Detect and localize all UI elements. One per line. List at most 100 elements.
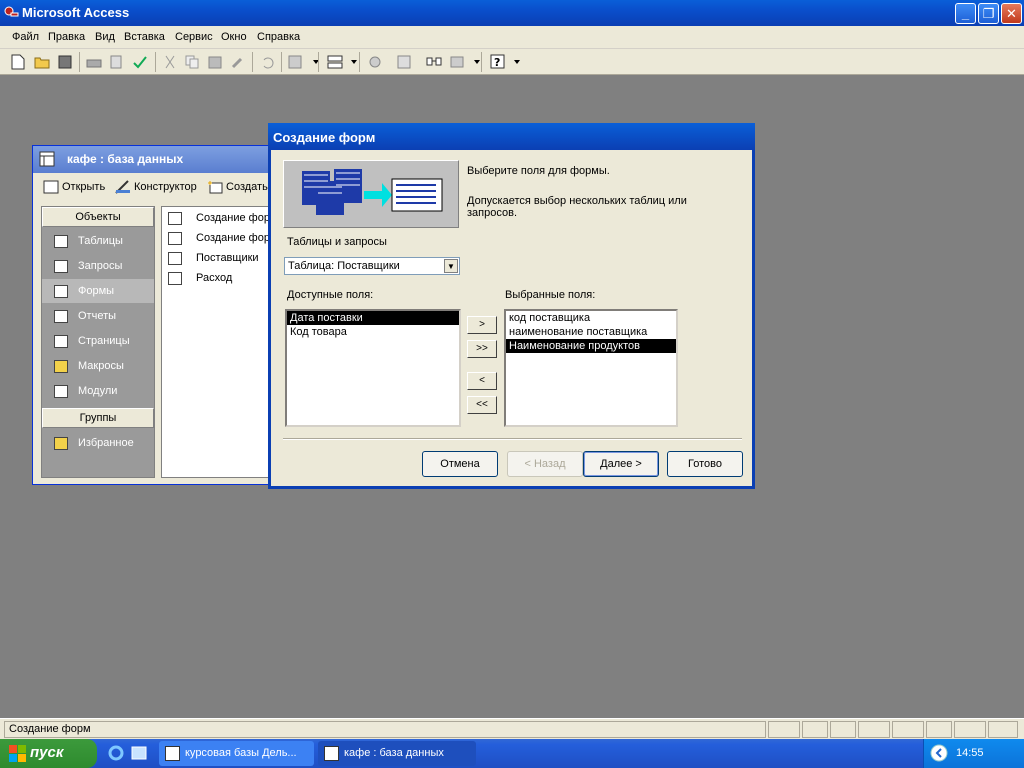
- menu-window[interactable]: Окно: [221, 31, 247, 43]
- objects-item-reports[interactable]: Отчеты: [42, 304, 154, 328]
- copy-icon[interactable]: [182, 52, 202, 72]
- open-button[interactable]: Открыть: [43, 180, 105, 194]
- groups-header[interactable]: Группы: [42, 408, 154, 428]
- chevron-left-icon[interactable]: [930, 744, 948, 762]
- list-item[interactable]: наименование поставщика: [506, 325, 676, 339]
- office-links-icon[interactable]: [286, 52, 306, 72]
- next-button[interactable]: Далее >: [583, 451, 659, 477]
- menubar: Файл Правка Вид Вставка Сервис Окно Спра…: [0, 26, 1024, 49]
- list-item[interactable]: Расход: [168, 269, 232, 287]
- status-cell: [802, 721, 828, 738]
- print-preview-icon[interactable]: [107, 52, 127, 72]
- available-fields-list[interactable]: Дата поставки Код товара: [285, 309, 461, 427]
- cut-icon[interactable]: [160, 52, 180, 72]
- list-item[interactable]: Наименование продуктов: [506, 339, 676, 353]
- dropdown-icon[interactable]: [306, 52, 326, 72]
- add-field-button[interactable]: >: [467, 316, 497, 334]
- menu-edit[interactable]: Правка: [48, 31, 85, 43]
- remove-field-button[interactable]: <: [467, 372, 497, 390]
- taskbar-item-word[interactable]: курсовая базы Дель...: [159, 741, 314, 766]
- undo-icon[interactable]: [257, 52, 277, 72]
- show-desktop-icon[interactable]: [131, 745, 147, 761]
- database-window: кафе : база данных Открыть Конструктор С…: [32, 145, 273, 485]
- module-icon: [54, 384, 68, 398]
- menu-file[interactable]: Файл: [12, 31, 39, 43]
- close-button[interactable]: ✕: [1001, 3, 1022, 24]
- restore-button[interactable]: ❐: [978, 3, 999, 24]
- favorites-icon: [54, 436, 68, 450]
- internet-explorer-icon[interactable]: [108, 745, 124, 761]
- windows-logo-icon: [9, 745, 26, 762]
- available-label: Доступные поля:: [287, 289, 374, 301]
- minimize-button[interactable]: _: [955, 3, 976, 24]
- list-item[interactable]: Код товара: [287, 325, 459, 339]
- new-file-icon[interactable]: [8, 52, 28, 72]
- dropdown-icon[interactable]: [467, 52, 487, 72]
- properties-icon[interactable]: [394, 52, 414, 72]
- menu-view[interactable]: Вид: [95, 31, 115, 43]
- chevron-down-icon[interactable]: ▼: [444, 259, 458, 273]
- finish-button[interactable]: Готово: [667, 451, 743, 477]
- objects-header[interactable]: Объекты: [42, 207, 154, 227]
- help-icon[interactable]: ?: [488, 52, 508, 72]
- table-icon: [54, 234, 68, 248]
- list-item[interactable]: Создание фор: [168, 209, 270, 227]
- dropdown-icon[interactable]: [344, 52, 364, 72]
- clock: 14:55: [956, 747, 984, 759]
- database-window-titlebar[interactable]: кафе : база данных: [33, 146, 271, 173]
- remove-all-fields-button[interactable]: <<: [467, 396, 497, 414]
- taskbar: пуск курсовая базы Дель... кафе : база д…: [0, 739, 1024, 768]
- open-form-icon: [43, 180, 59, 194]
- status-cell: [830, 721, 856, 738]
- selected-fields-list[interactable]: код поставщика наименование поставщика Н…: [504, 309, 678, 427]
- new-object-icon[interactable]: [447, 52, 467, 72]
- back-button[interactable]: < Назад: [507, 451, 583, 477]
- objects-item-pages[interactable]: Страницы: [42, 329, 154, 353]
- add-all-fields-button[interactable]: >>: [467, 340, 497, 358]
- objects-item-macros[interactable]: Макросы: [42, 354, 154, 378]
- database-icon: [324, 746, 339, 761]
- objects-item-modules[interactable]: Модули: [42, 379, 154, 403]
- menu-help[interactable]: Справка: [257, 31, 300, 43]
- page-icon: [54, 334, 68, 348]
- taskbar-item-database[interactable]: кафе : база данных: [318, 741, 476, 766]
- dialog-title[interactable]: Создание форм: [268, 123, 755, 150]
- list-item[interactable]: Поставщики: [168, 249, 259, 267]
- tables-combo[interactable]: Таблица: Поставщики ▼: [284, 257, 460, 275]
- create-button[interactable]: Создать: [207, 180, 268, 194]
- start-button[interactable]: пуск: [0, 739, 97, 768]
- open-folder-icon[interactable]: [32, 52, 52, 72]
- menu-tools[interactable]: Сервис: [175, 31, 213, 43]
- print-icon[interactable]: [84, 52, 104, 72]
- cancel-button[interactable]: Отмена: [422, 451, 498, 477]
- status-cell: [858, 721, 890, 738]
- objects-list: Создание фор Создание фор Поставщики Рас…: [161, 206, 273, 478]
- objects-item-queries[interactable]: Запросы: [42, 254, 154, 278]
- wizard-icon: [168, 211, 182, 225]
- wizard-illustration: [283, 160, 459, 228]
- access-key-icon: [4, 6, 19, 17]
- objects-item-tables[interactable]: Таблицы: [42, 229, 154, 253]
- code-icon[interactable]: [365, 52, 385, 72]
- spelling-icon[interactable]: [130, 52, 150, 72]
- list-item[interactable]: Создание фор: [168, 229, 270, 247]
- save-icon[interactable]: [55, 52, 75, 72]
- form-icon: [168, 271, 182, 285]
- query-icon: [54, 259, 68, 273]
- format-painter-icon[interactable]: [228, 52, 248, 72]
- list-item[interactable]: код поставщика: [506, 311, 676, 325]
- dropdown-icon[interactable]: [507, 52, 527, 72]
- objects-item-forms[interactable]: Формы: [42, 279, 154, 303]
- relationships-icon[interactable]: [424, 52, 444, 72]
- selected-label: Выбранные поля:: [505, 289, 596, 301]
- groups-item-favorites[interactable]: Избранное: [42, 431, 154, 455]
- analyze-icon[interactable]: [325, 52, 345, 72]
- designer-button[interactable]: Конструктор: [115, 180, 197, 194]
- form-icon: [168, 251, 182, 265]
- database-toolbar: Открыть Конструктор Создать: [33, 173, 271, 201]
- wizard-icon: [168, 231, 182, 245]
- paste-icon[interactable]: [205, 52, 225, 72]
- list-item[interactable]: Дата поставки: [287, 311, 459, 325]
- objects-bar: Объекты Таблицы Запросы Формы Отчеты Стр…: [41, 206, 155, 478]
- menu-insert[interactable]: Вставка: [124, 31, 165, 43]
